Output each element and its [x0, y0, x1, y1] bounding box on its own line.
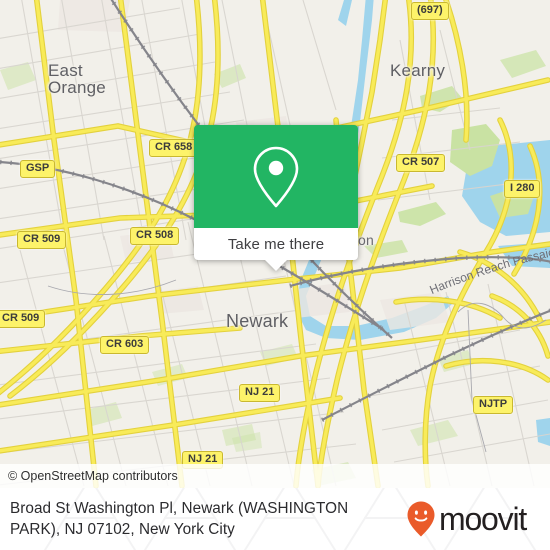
shield-i-280[interactable]: I 280: [504, 180, 541, 198]
moovit-map-screenshot: Harrison Reach Passaic River East Orange…: [0, 0, 550, 550]
address-line-2: PARK), NJ 07102, New York City: [10, 521, 235, 538]
location-pin-icon: [253, 146, 299, 207]
take-me-there-button[interactable]: Take me there: [194, 228, 358, 271]
map-label-line: Orange: [48, 78, 106, 97]
map-label-newark: Newark: [226, 311, 289, 331]
location-popup-card[interactable]: Take me there: [194, 125, 358, 271]
moovit-wordmark: moovit: [439, 501, 527, 537]
map-label-line: East: [48, 61, 83, 80]
take-me-there-label: Take me there: [227, 235, 325, 253]
map-label-kearny: Kearny: [390, 61, 446, 80]
map-canvas[interactable]: Harrison Reach Passaic River East Orange…: [0, 0, 550, 488]
shield-697[interactable]: (697): [411, 2, 449, 20]
osm-attribution-text[interactable]: © OpenStreetMap contributors: [0, 469, 178, 483]
shield-cr-658[interactable]: CR 658: [149, 139, 199, 157]
shield-cr-509-north[interactable]: CR 509: [17, 231, 67, 249]
shield-njtp[interactable]: NJTP: [473, 396, 514, 414]
map-label-partial-town: on: [358, 232, 374, 248]
moovit-logo[interactable]: moovit: [402, 500, 527, 538]
shield-nj-21-north[interactable]: NJ 21: [239, 384, 281, 402]
map-attribution-bar: © OpenStreetMap contributors: [0, 464, 550, 488]
shield-cr-603[interactable]: CR 603: [100, 336, 150, 354]
popup-pin-area: [194, 125, 358, 228]
address-line-1: Broad St Washington Pl, Newark (WASHINGT…: [10, 500, 349, 517]
shield-cr-508[interactable]: CR 508: [130, 227, 180, 245]
map-label-east-orange: East Orange: [48, 62, 106, 96]
address-text: Broad St Washington Pl, Newark (WASHINGT…: [0, 498, 402, 540]
shield-gsp[interactable]: GSP: [20, 160, 56, 178]
moovit-smiley-pin-icon: [407, 501, 435, 537]
popup-pointer-tail: [264, 259, 288, 271]
address-footer: Broad St Washington Pl, Newark (WASHINGT…: [0, 488, 550, 550]
shield-cr-507[interactable]: CR 507: [396, 154, 446, 172]
shield-cr-509-south[interactable]: CR 509: [0, 310, 46, 328]
